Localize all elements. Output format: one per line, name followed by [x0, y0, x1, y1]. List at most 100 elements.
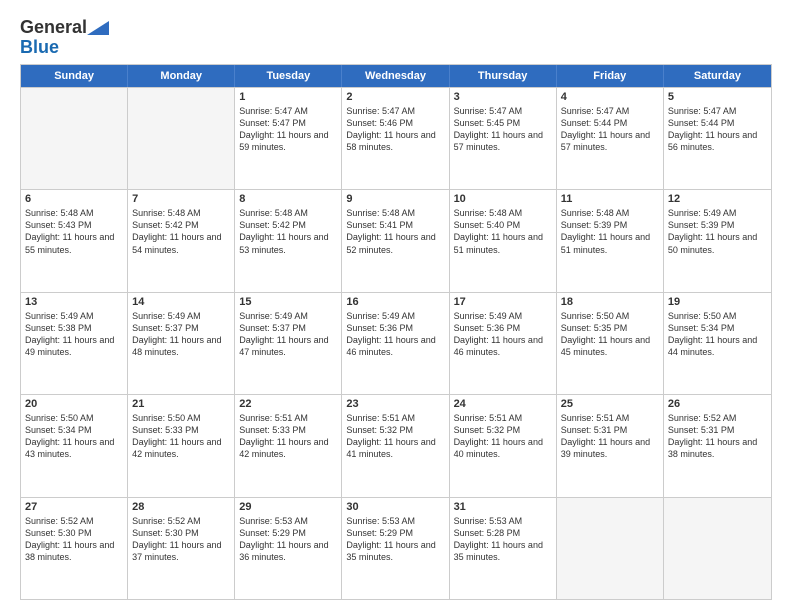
day-number: 12: [668, 193, 767, 205]
cell-info: Sunrise: 5:48 AM Sunset: 5:39 PM Dayligh…: [561, 207, 659, 256]
cell-info: Sunrise: 5:49 AM Sunset: 5:38 PM Dayligh…: [25, 310, 123, 359]
cell-info: Sunrise: 5:51 AM Sunset: 5:32 PM Dayligh…: [346, 412, 444, 461]
day-number: 22: [239, 398, 337, 410]
day-cell-25: 25 Sunrise: 5:51 AM Sunset: 5:31 PM Dayli…: [557, 395, 664, 496]
cell-info: Sunrise: 5:52 AM Sunset: 5:30 PM Dayligh…: [25, 515, 123, 564]
header-day-tuesday: Tuesday: [235, 65, 342, 87]
calendar-body: 1Sunrise: 5:47 AM Sunset: 5:47 PM Daylig…: [21, 87, 771, 599]
empty-cell: [21, 88, 128, 189]
cell-info: Sunrise: 5:47 AM Sunset: 5:44 PM Dayligh…: [561, 105, 659, 154]
day-number: 11: [561, 193, 659, 205]
day-cell-3: 3 Sunrise: 5:47 AM Sunset: 5:45 PM Daylig…: [450, 88, 557, 189]
cell-info: Sunrise: 5:50 AM Sunset: 5:34 PM Dayligh…: [25, 412, 123, 461]
cell-info: Sunrise: 5:48 AM Sunset: 5:42 PM Dayligh…: [132, 207, 230, 256]
day-number: 27: [25, 501, 123, 513]
page: General Blue SundayMondayTuesdayWednesda…: [0, 0, 792, 612]
day-cell-24: 24 Sunrise: 5:51 AM Sunset: 5:32 PM Dayli…: [450, 395, 557, 496]
day-cell-2: 2 Sunrise: 5:47 AM Sunset: 5:46 PM Daylig…: [342, 88, 449, 189]
empty-cell: [128, 88, 235, 189]
day-cell-31: 31 Sunrise: 5:53 AM Sunset: 5:28 PM Dayli…: [450, 498, 557, 599]
header-day-wednesday: Wednesday: [342, 65, 449, 87]
day-cell-30: 30 Sunrise: 5:53 AM Sunset: 5:29 PM Dayli…: [342, 498, 449, 599]
day-cell-19: 19Sunrise: 5:50 AM Sunset: 5:34 PM Dayli…: [664, 293, 771, 394]
cell-info: Sunrise: 5:48 AM Sunset: 5:43 PM Dayligh…: [25, 207, 123, 256]
calendar-row-0: 1Sunrise: 5:47 AM Sunset: 5:47 PM Daylig…: [21, 87, 771, 189]
day-cell-10: 10 Sunrise: 5:48 AM Sunset: 5:40 PM Dayli…: [450, 190, 557, 291]
day-number: 3: [454, 91, 552, 103]
day-number: 7: [132, 193, 230, 205]
day-cell-1: 1Sunrise: 5:47 AM Sunset: 5:47 PM Daylig…: [235, 88, 342, 189]
cell-info: Sunrise: 5:53 AM Sunset: 5:28 PM Dayligh…: [454, 515, 552, 564]
cell-info: Sunrise: 5:53 AM Sunset: 5:29 PM Dayligh…: [239, 515, 337, 564]
day-cell-21: 21 Sunrise: 5:50 AM Sunset: 5:33 PM Dayli…: [128, 395, 235, 496]
day-cell-23: 23 Sunrise: 5:51 AM Sunset: 5:32 PM Dayli…: [342, 395, 449, 496]
calendar-header: SundayMondayTuesdayWednesdayThursdayFrid…: [21, 65, 771, 87]
day-number: 25: [561, 398, 659, 410]
day-cell-27: 27 Sunrise: 5:52 AM Sunset: 5:30 PM Dayli…: [21, 498, 128, 599]
cell-info: Sunrise: 5:48 AM Sunset: 5:41 PM Dayligh…: [346, 207, 444, 256]
day-number: 21: [132, 398, 230, 410]
cell-info: Sunrise: 5:49 AM Sunset: 5:36 PM Dayligh…: [454, 310, 552, 359]
cell-info: Sunrise: 5:49 AM Sunset: 5:37 PM Dayligh…: [239, 310, 337, 359]
day-number: 19: [668, 296, 767, 308]
calendar-row-4: 27 Sunrise: 5:52 AM Sunset: 5:30 PM Dayli…: [21, 497, 771, 599]
calendar: SundayMondayTuesdayWednesdayThursdayFrid…: [20, 64, 772, 600]
cell-info: Sunrise: 5:51 AM Sunset: 5:31 PM Dayligh…: [561, 412, 659, 461]
cell-info: Sunrise: 5:53 AM Sunset: 5:29 PM Dayligh…: [346, 515, 444, 564]
day-cell-17: 17 Sunrise: 5:49 AM Sunset: 5:36 PM Dayli…: [450, 293, 557, 394]
logo-general: General: [20, 18, 87, 38]
logo: General Blue: [20, 18, 109, 58]
day-cell-11: 11 Sunrise: 5:48 AM Sunset: 5:39 PM Dayli…: [557, 190, 664, 291]
cell-info: Sunrise: 5:47 AM Sunset: 5:46 PM Dayligh…: [346, 105, 444, 154]
cell-info: Sunrise: 5:49 AM Sunset: 5:37 PM Dayligh…: [132, 310, 230, 359]
empty-cell: [557, 498, 664, 599]
day-number: 15: [239, 296, 337, 308]
day-cell-7: 7 Sunrise: 5:48 AM Sunset: 5:42 PM Daylig…: [128, 190, 235, 291]
day-cell-22: 22 Sunrise: 5:51 AM Sunset: 5:33 PM Dayli…: [235, 395, 342, 496]
day-cell-6: 6 Sunrise: 5:48 AM Sunset: 5:43 PM Daylig…: [21, 190, 128, 291]
cell-info: Sunrise: 5:50 AM Sunset: 5:35 PM Dayligh…: [561, 310, 659, 359]
header-day-sunday: Sunday: [21, 65, 128, 87]
cell-info: Sunrise: 5:48 AM Sunset: 5:40 PM Dayligh…: [454, 207, 552, 256]
header: General Blue: [20, 16, 772, 58]
day-cell-12: 12Sunrise: 5:49 AM Sunset: 5:39 PM Dayli…: [664, 190, 771, 291]
cell-info: Sunrise: 5:47 AM Sunset: 5:44 PM Dayligh…: [668, 105, 767, 154]
cell-info: Sunrise: 5:50 AM Sunset: 5:33 PM Dayligh…: [132, 412, 230, 461]
day-number: 5: [668, 91, 767, 103]
day-cell-5: 5 Sunrise: 5:47 AM Sunset: 5:44 PM Daylig…: [664, 88, 771, 189]
day-number: 2: [346, 91, 444, 103]
day-number: 18: [561, 296, 659, 308]
day-number: 17: [454, 296, 552, 308]
day-cell-18: 18 Sunrise: 5:50 AM Sunset: 5:35 PM Dayli…: [557, 293, 664, 394]
cell-info: Sunrise: 5:49 AM Sunset: 5:36 PM Dayligh…: [346, 310, 444, 359]
cell-info: Sunrise: 5:51 AM Sunset: 5:33 PM Dayligh…: [239, 412, 337, 461]
day-number: 9: [346, 193, 444, 205]
day-number: 8: [239, 193, 337, 205]
day-number: 24: [454, 398, 552, 410]
day-number: 14: [132, 296, 230, 308]
cell-info: Sunrise: 5:52 AM Sunset: 5:30 PM Dayligh…: [132, 515, 230, 564]
day-cell-4: 4Sunrise: 5:47 AM Sunset: 5:44 PM Daylig…: [557, 88, 664, 189]
day-cell-9: 9 Sunrise: 5:48 AM Sunset: 5:41 PM Daylig…: [342, 190, 449, 291]
calendar-row-2: 13Sunrise: 5:49 AM Sunset: 5:38 PM Dayli…: [21, 292, 771, 394]
day-cell-20: 20Sunrise: 5:50 AM Sunset: 5:34 PM Dayli…: [21, 395, 128, 496]
day-number: 1: [239, 91, 337, 103]
cell-info: Sunrise: 5:48 AM Sunset: 5:42 PM Dayligh…: [239, 207, 337, 256]
day-number: 29: [239, 501, 337, 513]
cell-info: Sunrise: 5:47 AM Sunset: 5:45 PM Dayligh…: [454, 105, 552, 154]
day-number: 10: [454, 193, 552, 205]
day-number: 26: [668, 398, 767, 410]
day-number: 31: [454, 501, 552, 513]
day-cell-28: 28Sunrise: 5:52 AM Sunset: 5:30 PM Dayli…: [128, 498, 235, 599]
day-number: 30: [346, 501, 444, 513]
day-cell-26: 26Sunrise: 5:52 AM Sunset: 5:31 PM Dayli…: [664, 395, 771, 496]
day-number: 16: [346, 296, 444, 308]
day-number: 23: [346, 398, 444, 410]
day-cell-29: 29 Sunrise: 5:53 AM Sunset: 5:29 PM Dayli…: [235, 498, 342, 599]
day-cell-13: 13Sunrise: 5:49 AM Sunset: 5:38 PM Dayli…: [21, 293, 128, 394]
day-cell-8: 8 Sunrise: 5:48 AM Sunset: 5:42 PM Daylig…: [235, 190, 342, 291]
day-cell-15: 15 Sunrise: 5:49 AM Sunset: 5:37 PM Dayli…: [235, 293, 342, 394]
header-day-monday: Monday: [128, 65, 235, 87]
day-number: 6: [25, 193, 123, 205]
cell-info: Sunrise: 5:51 AM Sunset: 5:32 PM Dayligh…: [454, 412, 552, 461]
